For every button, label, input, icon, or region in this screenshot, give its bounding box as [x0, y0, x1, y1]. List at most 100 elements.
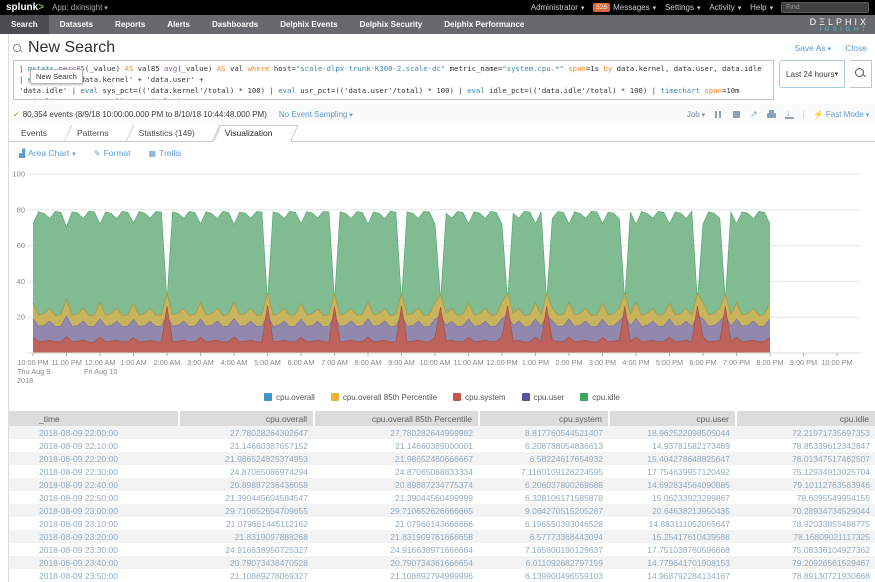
tab-patterns[interactable]: Patterns [65, 125, 127, 141]
run-search-button[interactable] [850, 60, 872, 88]
nav-item-dashboards[interactable]: Dashboards [201, 15, 269, 34]
cell-cpu-idle[interactable]: 79.10112763563946 [736, 478, 875, 491]
col-header-cpu-user[interactable]: cpu.user [609, 411, 736, 426]
cell-cpu-idle[interactable]: 78.16809021117325 [736, 530, 875, 543]
cell-cpu-overall-85th-percentile[interactable]: 20.89887234775374 [314, 478, 479, 491]
cell-cpu-user[interactable]: 15.404278648825647 [609, 452, 736, 465]
menu-administrator[interactable]: Administrator [531, 3, 585, 12]
cell-time[interactable]: 2018-08-09 22:30:00 [9, 465, 179, 478]
legend-item-cpu-idle[interactable]: cpu.idle [580, 393, 620, 402]
cell-cpu-idle[interactable]: 70.28934734529044 [736, 504, 875, 517]
cell-cpu-system[interactable]: 7.165600190129637 [479, 543, 609, 556]
cell-cpu-overall[interactable]: 20.79073438470528 [179, 556, 314, 569]
cell-cpu-system[interactable]: 6.57773368443094 [479, 530, 609, 543]
cell-time[interactable]: 2018-08-09 23:10:00 [9, 517, 179, 530]
cell-cpu-user[interactable]: 14.779641701908153 [609, 556, 736, 569]
cell-cpu-overall[interactable]: 21.14660387657152 [179, 439, 314, 452]
cell-cpu-user[interactable]: 14.692834564090885 [609, 478, 736, 491]
format-button[interactable]: ✎Format [94, 148, 131, 158]
cell-cpu-overall[interactable]: 27.78028264302647 [179, 426, 314, 439]
find-input[interactable] [781, 2, 869, 13]
nav-item-datasets[interactable]: Datasets [49, 15, 104, 34]
search-mode-selector[interactable]: ⚡ Fast Mode [814, 110, 869, 119]
cell-cpu-idle[interactable]: 78.92033855488775 [736, 517, 875, 530]
cell-time[interactable]: 2018-08-09 22:50:00 [9, 491, 179, 504]
cell-time[interactable]: 2018-08-09 22:40:00 [9, 478, 179, 491]
col-header-cpu-overall-85th-percentile[interactable]: cpu.overall 85th Percentile [314, 411, 479, 426]
time-range-picker[interactable]: Last 24 hours [779, 60, 845, 88]
tab-statistics-149[interactable]: Statistics (149) [127, 125, 213, 141]
menu-settings[interactable]: Settings [665, 3, 700, 12]
cell-cpu-overall-85th-percentile[interactable]: 21.39044560499999 [314, 491, 479, 504]
cell-cpu-idle[interactable]: 72.21971735697353 [736, 426, 875, 439]
cell-cpu-overall[interactable]: 21.10869278069327 [179, 569, 314, 582]
cell-cpu-overall[interactable]: 24.87065086974294 [179, 465, 314, 478]
close-button[interactable]: Close [845, 43, 867, 53]
cell-cpu-overall-85th-percentile[interactable]: 21.98652480666667 [314, 452, 479, 465]
cell-cpu-system[interactable]: 6.58224617654932 [479, 452, 609, 465]
cell-cpu-overall[interactable]: 20.89887236436058 [179, 478, 314, 491]
cell-cpu-overall-85th-percentile[interactable]: 20.790734361666654 [314, 556, 479, 569]
cell-cpu-overall-85th-percentile[interactable]: 24.916638971666664 [314, 543, 479, 556]
cell-cpu-overall[interactable]: 21.8319097888268 [179, 530, 314, 543]
save-as-button[interactable]: Save As [794, 43, 831, 53]
cell-cpu-overall[interactable]: 21.390445604584547 [179, 491, 314, 504]
cell-cpu-system[interactable]: 6.011092682797159 [479, 556, 609, 569]
legend-item-cpu-overall[interactable]: cpu.overall [264, 393, 315, 402]
cell-cpu-overall[interactable]: 21.079661445112162 [179, 517, 314, 530]
cell-cpu-system[interactable]: 9.064270515205287 [479, 504, 609, 517]
nav-item-reports[interactable]: Reports [104, 15, 156, 34]
nav-item-delphix-events[interactable]: Delphix Events [269, 15, 348, 34]
chart-type-picker[interactable]: ▟Area Chart [19, 148, 76, 158]
nav-item-delphix-security[interactable]: Delphix Security [349, 15, 434, 34]
cell-cpu-idle[interactable]: 75.08336104927362 [736, 543, 875, 556]
stop-icon[interactable] [732, 110, 741, 119]
nav-item-search[interactable]: Search [0, 15, 49, 34]
nav-item-alerts[interactable]: Alerts [156, 15, 201, 34]
cell-cpu-system[interactable]: 6.139900496559103 [479, 569, 609, 582]
cell-cpu-overall-85th-percentile[interactable]: 21.831909761666658 [314, 530, 479, 543]
cell-cpu-user[interactable]: 20.64638213950435 [609, 504, 736, 517]
cell-cpu-user[interactable]: 15.06233923299867 [609, 491, 736, 504]
cell-time[interactable]: 2018-08-09 22:10:00 [9, 439, 179, 452]
col-header-cpu-overall[interactable]: cpu.overall [179, 411, 314, 426]
cell-cpu-system[interactable]: 6.206037800269688 [479, 478, 609, 491]
cell-time[interactable]: 2018-08-09 22:20:00 [9, 452, 179, 465]
col-header-cpu-system[interactable]: cpu.system [479, 411, 609, 426]
cell-cpu-overall[interactable]: 24.916638950725327 [179, 543, 314, 556]
menu-activity[interactable]: Activity [709, 3, 741, 12]
cell-time[interactable]: 2018-08-09 23:30:00 [9, 543, 179, 556]
pause-icon[interactable] [714, 110, 723, 119]
menu-help[interactable]: Help [750, 3, 773, 12]
cell-cpu-idle[interactable]: 78.01347517462507 [736, 452, 875, 465]
cell-cpu-system[interactable]: 7.1160109126224595 [479, 465, 609, 478]
menu-messages[interactable]: 525Messages [593, 3, 656, 12]
cell-time[interactable]: 2018-08-09 23:00:00 [9, 504, 179, 517]
cell-cpu-system[interactable]: 6.196550393046528 [479, 517, 609, 530]
legend-item-cpu-user[interactable]: cpu.user [522, 393, 565, 402]
cell-cpu-overall-85th-percentile[interactable]: 21.07966143666666 [314, 517, 479, 530]
cell-cpu-user[interactable]: 17.751038760596668 [609, 543, 736, 556]
export-icon[interactable] [785, 110, 794, 119]
cell-cpu-system[interactable]: 8.817760544521407 [479, 426, 609, 439]
tab-events[interactable]: Events [9, 125, 65, 141]
legend-item-cpu-system[interactable]: cpu.system [453, 393, 505, 402]
cell-cpu-idle[interactable]: 75.12934913025704 [736, 465, 875, 478]
col-header-time[interactable]: _time [9, 411, 179, 426]
cell-cpu-overall-85th-percentile[interactable]: 29.710652626666665 [314, 504, 479, 517]
cell-cpu-idle[interactable]: 79.20926561529467 [736, 556, 875, 569]
share-icon[interactable]: ↗ [750, 110, 758, 119]
trellis-button[interactable]: ▦Trellis [149, 148, 182, 158]
cell-cpu-user[interactable]: 15.25417610439588 [609, 530, 736, 543]
cell-time[interactable]: 2018-08-09 23:20:00 [9, 530, 179, 543]
cell-cpu-system[interactable]: 6.328106171585878 [479, 491, 609, 504]
col-header-cpu-idle[interactable]: cpu.idle [736, 411, 875, 426]
print-icon[interactable] [767, 110, 776, 119]
cell-cpu-user[interactable]: 17.754639957120492 [609, 465, 736, 478]
cell-cpu-overall-85th-percentile[interactable]: 27.780282644999982 [314, 426, 479, 439]
legend-item-cpu-overall-85th-percentile[interactable]: cpu.overall 85th Percentile [331, 393, 437, 402]
cell-time[interactable]: 2018-08-09 22:00:00 [9, 426, 179, 439]
search-query-input[interactable]: New Search | mstats perc85(_value) AS va… [13, 60, 774, 100]
tab-visualization[interactable]: Visualization [213, 125, 291, 141]
cell-cpu-overall-85th-percentile[interactable]: 21.108692794999996 [314, 569, 479, 582]
